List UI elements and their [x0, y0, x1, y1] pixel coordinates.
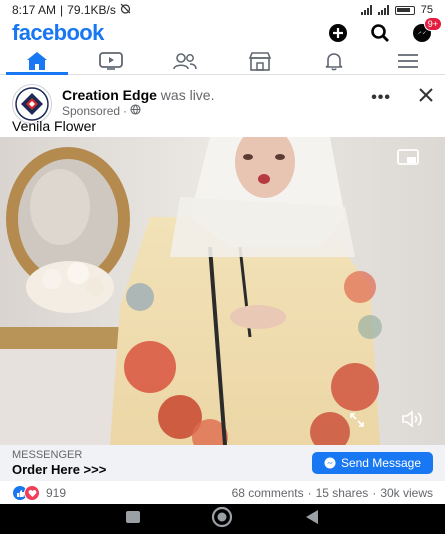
marketplace-icon	[248, 51, 271, 71]
reaction-count[interactable]: 919	[46, 486, 66, 500]
search-icon	[371, 24, 389, 42]
back-icon[interactable]	[305, 509, 319, 530]
status-speed: 79.1KB/s	[67, 3, 116, 17]
friends-icon	[173, 52, 198, 69]
views-count: 30k views	[380, 486, 433, 500]
picture-in-picture-icon[interactable]	[397, 149, 419, 170]
video-frame	[0, 137, 445, 445]
more-options-icon[interactable]: •••	[371, 89, 391, 107]
reaction-icons[interactable]	[12, 485, 40, 501]
home-icon	[27, 51, 48, 70]
video-icon	[99, 51, 124, 70]
status-time: 8:17 AM	[12, 3, 57, 17]
page-name[interactable]: Creation Edge	[62, 87, 157, 103]
tab-friends[interactable]	[148, 47, 222, 74]
send-message-label: Send Message	[340, 456, 421, 470]
tab-watch[interactable]	[74, 47, 148, 74]
shares-count[interactable]: 15 shares	[316, 486, 369, 500]
cta-label: MESSENGER	[12, 448, 83, 461]
close-icon[interactable]	[419, 88, 433, 107]
messenger-small-icon	[324, 457, 336, 469]
post-header: Creation Edge was live. Sponsored · •••	[0, 84, 445, 124]
post-action: was live.	[160, 87, 215, 103]
creation-edge-logo-icon	[15, 87, 49, 121]
messenger-badge: 9+	[423, 17, 442, 31]
tab-home[interactable]	[0, 47, 74, 75]
home-button-icon[interactable]	[211, 506, 233, 533]
create-button[interactable]	[327, 22, 349, 44]
comments-count[interactable]: 68 comments	[232, 486, 304, 500]
battery-level: 75	[420, 4, 433, 16]
alarm-off-icon	[120, 3, 131, 17]
search-button[interactable]	[369, 22, 391, 44]
main-nav	[0, 47, 445, 75]
tab-marketplace[interactable]	[223, 47, 297, 74]
bell-icon	[325, 52, 343, 70]
battery-icon	[394, 5, 415, 15]
post-caption: Venila Flower	[12, 118, 97, 134]
reactions-bar: 919 68 comments · 15 shares · 30k views	[0, 483, 445, 503]
signal-icon-2	[377, 5, 389, 15]
sponsored-label[interactable]: Sponsored	[62, 104, 120, 118]
plus-icon	[329, 24, 347, 42]
volume-icon[interactable]	[401, 410, 423, 433]
tab-menu[interactable]	[371, 47, 445, 74]
system-nav-bar	[0, 504, 445, 534]
app-header: facebook 9+	[0, 17, 445, 46]
love-reaction-icon	[24, 485, 40, 501]
menu-icon	[397, 53, 418, 68]
globe-icon	[130, 104, 141, 118]
messenger-button[interactable]: 9+	[411, 17, 442, 44]
recents-icon[interactable]	[125, 510, 140, 528]
cta-title: Order Here >>>	[12, 461, 107, 477]
messenger-cta[interactable]: MESSENGER Order Here >>> Send Message	[0, 445, 445, 481]
facebook-logo[interactable]: facebook	[12, 20, 104, 46]
tab-notifications[interactable]	[297, 47, 371, 74]
send-message-button[interactable]: Send Message	[311, 452, 433, 474]
video-player[interactable]	[0, 137, 445, 445]
signal-icon	[360, 5, 372, 15]
fullscreen-icon[interactable]	[349, 412, 365, 433]
status-bar: 8:17 AM | 79.1KB/s 75	[12, 3, 433, 17]
